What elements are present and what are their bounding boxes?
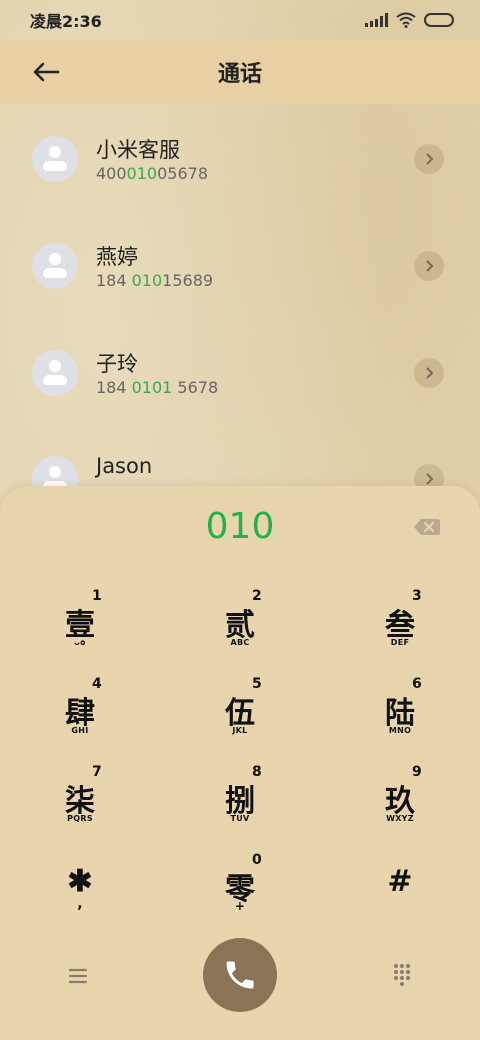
chevron-right-icon: [426, 260, 434, 272]
dial-key-2[interactable]: 贰 2 ABC: [180, 586, 300, 666]
status-bar: 凌晨2:36: [0, 0, 480, 40]
battery-icon: [424, 13, 454, 27]
contact-item[interactable]: 燕婷 184 01015689: [0, 211, 480, 311]
call-button[interactable]: [203, 938, 277, 1012]
chevron-right-icon: [426, 153, 434, 165]
chevron-right-icon: [426, 473, 434, 485]
contact-number: 184 01015689: [96, 271, 214, 290]
contact-name: 小米客服: [96, 138, 180, 162]
contact-item[interactable]: 小米客服 40001005678: [0, 104, 480, 204]
dial-key-hash[interactable]: #: [340, 850, 460, 930]
status-icons: [365, 12, 454, 28]
dial-key-8[interactable]: 捌 8 TUV: [180, 762, 300, 842]
wifi-icon: [396, 12, 416, 28]
number-match: 010: [131, 271, 163, 290]
dial-key-3[interactable]: 叁 3 DEF: [340, 586, 460, 666]
hash-icon: #: [387, 864, 413, 899]
avatar: [32, 136, 78, 182]
contact-number: 40001005678: [96, 164, 208, 183]
status-time: 凌晨2:36: [30, 12, 102, 31]
voicemail-icon: ᴗᴑ: [74, 638, 86, 647]
contact-detail-button[interactable]: [414, 144, 444, 174]
dial-key-7[interactable]: 柒 7 PQRS: [20, 762, 140, 842]
page-title: 通话: [217, 62, 262, 87]
dial-key-5[interactable]: 伍 5 JKL: [180, 674, 300, 754]
dialpad-toggle-button[interactable]: [390, 962, 414, 986]
dial-key-star[interactable]: ✱ ,: [20, 850, 140, 930]
arrow-left-icon: [33, 62, 60, 82]
menu-icon: [68, 968, 88, 984]
number-match: 010: [126, 164, 158, 183]
phone-icon: [226, 961, 254, 989]
contact-number: 184 0101 5678: [96, 378, 219, 397]
avatar: [32, 243, 78, 289]
asterisk-icon: ✱: [67, 864, 93, 899]
dialed-number: 010: [205, 506, 275, 547]
avatar: [32, 350, 78, 396]
header: 通话: [0, 40, 480, 104]
backspace-button[interactable]: [412, 516, 442, 538]
contact-item[interactable]: 子玲 184 0101 5678: [0, 318, 480, 418]
back-button[interactable]: [26, 52, 66, 92]
signal-icon: [365, 13, 388, 27]
dial-key-0[interactable]: 零 0 +: [180, 850, 300, 930]
contact-name: Jason: [96, 454, 153, 478]
contact-detail-button[interactable]: [414, 358, 444, 388]
dial-key-4[interactable]: 肆 4 GHI: [20, 674, 140, 754]
dialpad-icon: [394, 964, 410, 986]
contact-detail-button[interactable]: [414, 251, 444, 281]
backspace-icon: [414, 519, 440, 535]
dial-key-1[interactable]: 壹 1 ᴗᴑ: [20, 586, 140, 666]
dial-key-9[interactable]: 玖 9 WXYZ: [340, 762, 460, 842]
menu-button[interactable]: [66, 964, 90, 988]
number-match: 0101: [131, 378, 173, 397]
bottom-action-bar: [0, 938, 480, 1018]
contact-name: 子玲: [96, 352, 138, 376]
dial-key-6[interactable]: 陆 6 MNO: [340, 674, 460, 754]
contact-name: 燕婷: [96, 245, 138, 269]
chevron-right-icon: [426, 367, 434, 379]
